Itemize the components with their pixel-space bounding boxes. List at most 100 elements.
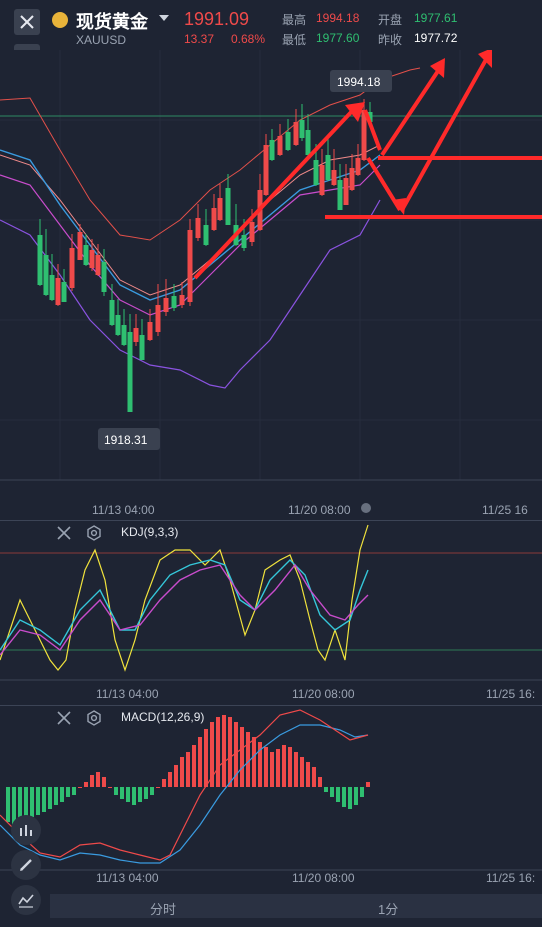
- candle-body: [225, 188, 231, 225]
- macd-histogram-bar: [306, 762, 310, 787]
- macd-histogram-bar: [348, 787, 352, 809]
- prev-close-label: 昨收: [378, 33, 403, 47]
- close-button[interactable]: [14, 9, 40, 35]
- candle-body: [269, 140, 275, 160]
- time-label: 11/25 16:: [486, 871, 535, 885]
- crosshair-dot: [361, 503, 371, 513]
- candle-body: [331, 170, 337, 185]
- candle-body: [319, 165, 325, 195]
- header: 现货黄金 XAUUSD 1991.09 13.37 0.68% 最高 1994.…: [0, 0, 542, 50]
- high-label: 最高: [282, 13, 307, 27]
- candle-body: [355, 158, 361, 175]
- macd-histogram-bar: [126, 787, 130, 802]
- open-label: 开盘: [378, 13, 403, 27]
- candle-body: [95, 255, 101, 275]
- macd-histogram-bar: [84, 782, 88, 787]
- macd-histogram-bar: [72, 787, 76, 795]
- candle-body: [179, 295, 185, 305]
- candle-body: [109, 300, 115, 325]
- macd-title: MACD(12,26,9): [121, 710, 205, 724]
- time-label: 11/13 04:00: [96, 687, 159, 701]
- macd-histogram-bar: [366, 782, 370, 787]
- prev-close-value: 1977.72: [414, 31, 458, 45]
- candle-body: [211, 208, 217, 230]
- candle-body: [263, 145, 269, 195]
- close-icon: [57, 711, 71, 725]
- candle-body: [127, 332, 133, 412]
- candle-body: [83, 245, 89, 265]
- close-kdj-button[interactable]: [56, 525, 72, 541]
- time-label: 11/20 08:00: [288, 503, 351, 517]
- indicator-icon: [18, 894, 34, 908]
- macd-histogram-bar: [342, 787, 346, 807]
- chart-type-button[interactable]: [11, 815, 41, 845]
- candle-body: [43, 255, 49, 295]
- macd-histogram-bar: [174, 765, 178, 787]
- macd-histogram-bar: [294, 752, 298, 787]
- candle-body: [49, 275, 55, 300]
- close-icon: [57, 526, 71, 540]
- macd-histogram-bar: [108, 787, 112, 788]
- gold-coin-icon: [52, 12, 68, 28]
- high-value: 1994.18: [316, 11, 360, 25]
- candle-body: [155, 305, 161, 332]
- macd-histogram-bar: [300, 757, 304, 787]
- candle-body: [89, 250, 95, 268]
- low-value: 1977.60: [316, 31, 360, 45]
- candle-body: [69, 248, 75, 288]
- macd-histogram-bar: [324, 787, 328, 792]
- kdj-settings-button[interactable]: [86, 525, 102, 541]
- macd-histogram-bar: [6, 787, 10, 822]
- time-label: 11/20 08:00: [292, 871, 355, 885]
- open-value: 1977.61: [414, 11, 458, 25]
- macd-histogram-bar: [150, 787, 154, 795]
- candlestick-chart[interactable]: 1994.18 1918.31 11/13 04:00 11/20 08:00 11/2…: [0, 50, 542, 520]
- symbol-name[interactable]: 现货黄金: [76, 8, 148, 34]
- symbol-code: XAUUSD: [76, 33, 127, 47]
- candle-body: [77, 232, 83, 260]
- macd-histogram-bar: [264, 747, 268, 787]
- time-label: 11/13 04:00: [92, 503, 155, 517]
- chevron-down-icon[interactable]: [159, 15, 169, 21]
- candle-body: [299, 120, 305, 138]
- time-label: 11/13 04:00: [96, 871, 159, 885]
- timeframe-tab-1min[interactable]: 1分: [378, 899, 398, 918]
- macd-histogram-bar: [204, 729, 208, 787]
- candle-body: [163, 298, 169, 312]
- macd-histogram-bar: [132, 787, 136, 805]
- macd-histogram-bar: [78, 787, 82, 788]
- gear-icon: [87, 710, 101, 726]
- macd-histogram-bar: [120, 787, 124, 799]
- macd-histogram-bar: [96, 772, 100, 787]
- macd-histogram-bar: [156, 787, 160, 788]
- macd-histogram-bar: [138, 787, 142, 802]
- macd-histogram-bar: [330, 787, 334, 797]
- indicator-button[interactable]: [11, 885, 41, 915]
- macd-panel[interactable]: 11/13 04:00 11/20 08:00 11/25 16:: [0, 705, 542, 895]
- macd-histogram-bar: [354, 787, 358, 805]
- current-price: 1991.09: [184, 9, 250, 29]
- close-macd-button[interactable]: [56, 710, 72, 726]
- candle-body: [285, 132, 291, 150]
- low-label: 最低: [282, 33, 307, 47]
- candle-body: [305, 130, 311, 155]
- macd-histogram-bar: [60, 787, 64, 802]
- candle-body: [325, 155, 331, 180]
- macd-histogram-bar: [312, 767, 316, 787]
- candle-body: [61, 282, 67, 302]
- macd-settings-button[interactable]: [86, 710, 102, 726]
- time-label: 11/25 16: [482, 503, 528, 517]
- macd-histogram-bar: [216, 717, 220, 787]
- candle-body: [139, 335, 145, 360]
- price-change: 13.37: [184, 32, 215, 46]
- candle-body: [37, 235, 43, 285]
- candle-body: [313, 160, 319, 185]
- candle-body: [115, 315, 121, 335]
- timeframe-tab-fenshi[interactable]: 分时: [150, 899, 176, 918]
- low-marker: 1918.31: [104, 433, 148, 447]
- macd-histogram-bar: [30, 787, 34, 817]
- candle-body: [343, 178, 349, 205]
- draw-tool-button[interactable]: [11, 850, 41, 880]
- candle-body: [133, 328, 139, 342]
- kdj-panel[interactable]: 11/13 04:00 11/20 08:00 11/25 16:: [0, 520, 542, 705]
